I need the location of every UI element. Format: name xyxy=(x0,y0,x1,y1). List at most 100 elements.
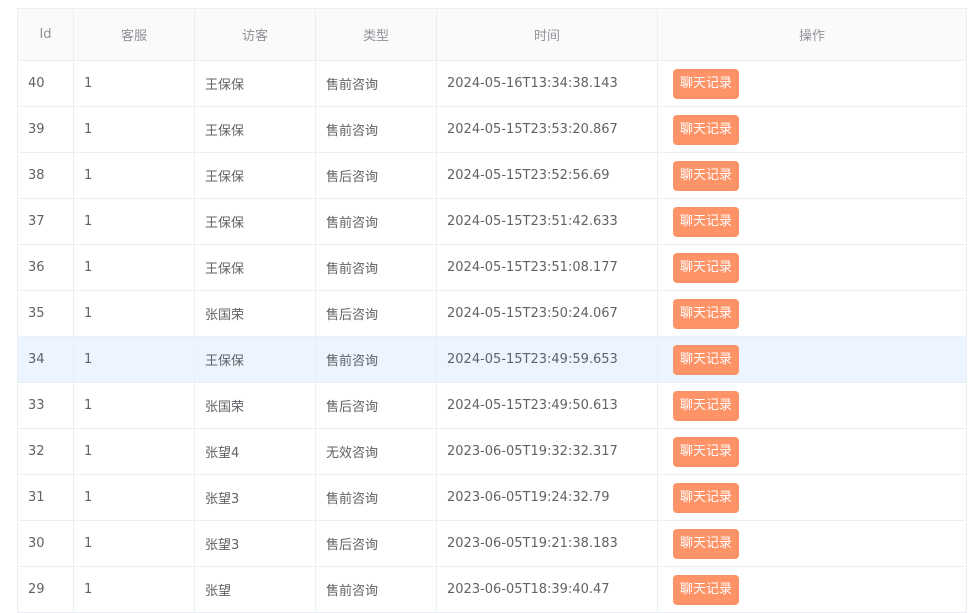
cell-id: 34 xyxy=(17,336,74,383)
header-visitor[interactable]: 访客 xyxy=(194,8,316,61)
cell-actions: 聊天记录 xyxy=(657,106,967,153)
cell-time: 2024-05-15T23:51:42.633 xyxy=(436,198,658,245)
cell-actions: 聊天记录 xyxy=(657,566,967,613)
table-header: Id 客服 访客 类型 时间 操作 xyxy=(17,8,967,61)
cell-visitor: 张国荣 xyxy=(194,382,316,429)
cell-visitor: 王保保 xyxy=(194,152,316,199)
cell-id: 33 xyxy=(17,382,74,429)
cell-id: 36 xyxy=(17,244,74,291)
cell-type: 售前咨询 xyxy=(315,60,437,107)
cell-actions: 聊天记录 xyxy=(657,60,967,107)
cell-type: 售后咨询 xyxy=(315,290,437,337)
chat-history-button[interactable]: 聊天记录 xyxy=(673,574,740,605)
cell-time: 2024-05-15T23:49:59.653 xyxy=(436,336,658,383)
header-actions: 操作 xyxy=(657,8,967,61)
cell-visitor: 张望4 xyxy=(194,428,316,475)
cell-type: 售前咨询 xyxy=(315,566,437,613)
cell-visitor: 张国荣 xyxy=(194,290,316,337)
header-id[interactable]: Id xyxy=(17,8,74,61)
table-row[interactable]: 38 1 王保保 售后咨询 2024-05-15T23:52:56.69 聊天记录 xyxy=(17,152,967,199)
chat-history-button[interactable]: 聊天记录 xyxy=(673,114,740,145)
cell-actions: 聊天记录 xyxy=(657,152,967,199)
chat-history-button[interactable]: 聊天记录 xyxy=(673,482,740,513)
cell-type: 售前咨询 xyxy=(315,198,437,245)
cell-agent: 1 xyxy=(73,474,195,521)
cell-agent: 1 xyxy=(73,382,195,429)
chat-history-button[interactable]: 聊天记录 xyxy=(673,160,740,191)
chat-sessions-table-container: Id 客服 访客 类型 时间 操作 40 1 王保保 售前咨询 2024-05-16T1… xyxy=(17,8,967,613)
cell-agent: 1 xyxy=(73,106,195,153)
cell-id: 29 xyxy=(17,566,74,613)
cell-id: 30 xyxy=(17,520,74,567)
chat-history-button[interactable]: 聊天记录 xyxy=(673,390,740,421)
cell-visitor: 张望3 xyxy=(194,520,316,567)
cell-id: 35 xyxy=(17,290,74,337)
chat-history-button[interactable]: 聊天记录 xyxy=(673,298,740,329)
cell-actions: 聊天记录 xyxy=(657,382,967,429)
table-row[interactable]: 32 1 张望4 无效咨询 2023-06-05T19:32:32.317 聊天记录 xyxy=(17,428,967,475)
cell-type: 售前咨询 xyxy=(315,244,437,291)
cell-type: 售前咨询 xyxy=(315,106,437,153)
chat-history-button[interactable]: 聊天记录 xyxy=(673,252,740,283)
cell-visitor: 王保保 xyxy=(194,198,316,245)
cell-agent: 1 xyxy=(73,290,195,337)
table-row[interactable]: 30 1 张望3 售后咨询 2023-06-05T19:21:38.183 聊天记录 xyxy=(17,520,967,567)
cell-actions: 聊天记录 xyxy=(657,244,967,291)
cell-actions: 聊天记录 xyxy=(657,290,967,337)
cell-agent: 1 xyxy=(73,566,195,613)
cell-time: 2024-05-15T23:52:56.69 xyxy=(436,152,658,199)
cell-type: 售前咨询 xyxy=(315,336,437,383)
table-row[interactable]: 33 1 张国荣 售后咨询 2024-05-15T23:49:50.613 聊天记录 xyxy=(17,382,967,429)
table-row[interactable]: 36 1 王保保 售前咨询 2024-05-15T23:51:08.177 聊天记录 xyxy=(17,244,967,291)
cell-type: 售后咨询 xyxy=(315,382,437,429)
cell-type: 售前咨询 xyxy=(315,474,437,521)
cell-time: 2024-05-16T13:34:38.143 xyxy=(436,60,658,107)
table-row[interactable]: 34 1 王保保 售前咨询 2024-05-15T23:49:59.653 聊天记录 xyxy=(17,336,967,383)
header-agent[interactable]: 客服 xyxy=(73,8,195,61)
chat-sessions-table: Id 客服 访客 类型 时间 操作 40 1 王保保 售前咨询 2024-05-16T1… xyxy=(17,8,967,613)
table-row[interactable]: 40 1 王保保 售前咨询 2024-05-16T13:34:38.143 聊天记录 xyxy=(17,60,967,107)
cell-actions: 聊天记录 xyxy=(657,336,967,383)
cell-time: 2024-05-15T23:53:20.867 xyxy=(436,106,658,153)
cell-id: 31 xyxy=(17,474,74,521)
cell-agent: 1 xyxy=(73,152,195,199)
cell-time: 2024-05-15T23:50:24.067 xyxy=(436,290,658,337)
cell-agent: 1 xyxy=(73,60,195,107)
table-row[interactable]: 39 1 王保保 售前咨询 2024-05-15T23:53:20.867 聊天记录 xyxy=(17,106,967,153)
cell-type: 售后咨询 xyxy=(315,152,437,199)
cell-time: 2023-06-05T19:32:32.317 xyxy=(436,428,658,475)
cell-agent: 1 xyxy=(73,428,195,475)
table-row[interactable]: 35 1 张国荣 售后咨询 2024-05-15T23:50:24.067 聊天记录 xyxy=(17,290,967,337)
cell-visitor: 张望3 xyxy=(194,474,316,521)
chat-history-button[interactable]: 聊天记录 xyxy=(673,68,740,99)
cell-type: 售后咨询 xyxy=(315,520,437,567)
cell-time: 2023-06-05T19:21:38.183 xyxy=(436,520,658,567)
cell-visitor: 王保保 xyxy=(194,336,316,383)
cell-id: 38 xyxy=(17,152,74,199)
cell-agent: 1 xyxy=(73,244,195,291)
cell-actions: 聊天记录 xyxy=(657,428,967,475)
cell-time: 2023-06-05T19:24:32.79 xyxy=(436,474,658,521)
cell-visitor: 王保保 xyxy=(194,60,316,107)
cell-time: 2023-06-05T18:39:40.47 xyxy=(436,566,658,613)
header-row: Id 客服 访客 类型 时间 操作 xyxy=(17,8,967,61)
cell-actions: 聊天记录 xyxy=(657,198,967,245)
cell-agent: 1 xyxy=(73,336,195,383)
header-time[interactable]: 时间 xyxy=(436,8,658,61)
cell-agent: 1 xyxy=(73,198,195,245)
cell-visitor: 王保保 xyxy=(194,244,316,291)
cell-type: 无效咨询 xyxy=(315,428,437,475)
cell-time: 2024-05-15T23:49:50.613 xyxy=(436,382,658,429)
table-row[interactable]: 31 1 张望3 售前咨询 2023-06-05T19:24:32.79 聊天记录 xyxy=(17,474,967,521)
cell-id: 40 xyxy=(17,60,74,107)
cell-visitor: 王保保 xyxy=(194,106,316,153)
chat-history-button[interactable]: 聊天记录 xyxy=(673,528,740,559)
cell-actions: 聊天记录 xyxy=(657,474,967,521)
table-row[interactable]: 29 1 张望 售前咨询 2023-06-05T18:39:40.47 聊天记录 xyxy=(17,566,967,613)
table-row[interactable]: 37 1 王保保 售前咨询 2024-05-15T23:51:42.633 聊天记录 xyxy=(17,198,967,245)
header-type[interactable]: 类型 xyxy=(315,8,437,61)
cell-agent: 1 xyxy=(73,520,195,567)
chat-history-button[interactable]: 聊天记录 xyxy=(673,344,740,375)
chat-history-button[interactable]: 聊天记录 xyxy=(673,436,740,467)
chat-history-button[interactable]: 聊天记录 xyxy=(673,206,740,237)
